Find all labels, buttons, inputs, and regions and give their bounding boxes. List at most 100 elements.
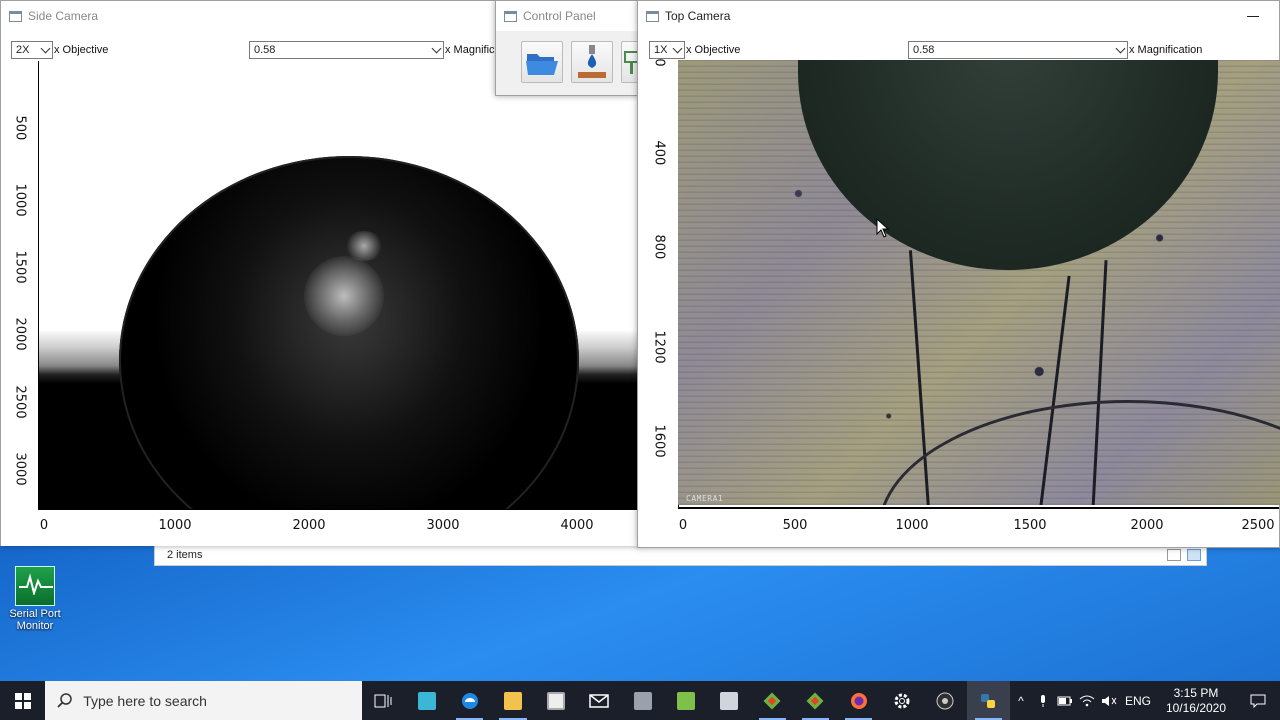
explorer-status-bar: 2 items (154, 545, 1207, 566)
notification-button[interactable] (1236, 694, 1280, 708)
y-tick: 2000 (12, 317, 28, 351)
taskbar-app-edge[interactable] (448, 681, 491, 720)
taskbar-app-settings[interactable] (880, 681, 923, 720)
3d-app-icon (417, 691, 436, 710)
gear-icon (894, 693, 910, 708)
microphone-icon[interactable] (1032, 694, 1054, 708)
chevron-down-icon (431, 43, 442, 54)
chevron-down-icon (1115, 43, 1126, 54)
large-icons-view-button[interactable] (1187, 549, 1201, 561)
explorer-item-count: 2 items (167, 549, 203, 561)
taskbar-app-window[interactable] (707, 681, 750, 720)
x-tick: 2000 (292, 518, 326, 533)
x-tick: 1500 (1013, 518, 1047, 533)
battery-icon[interactable] (1054, 696, 1076, 706)
task-view-button[interactable] (362, 681, 405, 720)
chevron-up-icon[interactable]: ^ (1010, 694, 1032, 708)
top-camera-titlebar[interactable]: Top Camera (638, 1, 1279, 31)
x-tick: 500 (782, 518, 808, 533)
search-placeholder: Type here to search (83, 692, 207, 709)
folder-open-icon (526, 54, 558, 75)
top-camera-image[interactable]: CAMERA1 (678, 60, 1280, 505)
store-icon (547, 691, 566, 710)
chevron-down-icon (672, 43, 683, 54)
x-tick: 2500 (1241, 518, 1275, 533)
taskbar-clock[interactable]: 3:15 PM 10/16/2020 (1156, 686, 1236, 716)
taskbar-app-gray[interactable] (621, 681, 664, 720)
y-tick: 2500 (12, 385, 28, 419)
side-camera-image[interactable] (39, 61, 639, 509)
taskbar: Type here to search ^ ENG 3:15 PM 10/16/… (0, 681, 1280, 720)
objective-select[interactable]: 2X (11, 41, 53, 59)
desktop-icon-serial-port-monitor[interactable]: Serial Port Monitor (6, 566, 64, 632)
taskbar-app-git[interactable] (751, 681, 794, 720)
surface-arc (878, 400, 1280, 505)
x-tick: 0 (39, 518, 49, 533)
control-panel-titlebar[interactable]: Control Panel (496, 1, 639, 31)
x-tick: 1000 (158, 518, 192, 533)
x-tick: 3000 (426, 518, 460, 533)
language-indicator[interactable]: ENG (1120, 694, 1156, 708)
objective-label: x Objective (54, 44, 109, 56)
window-title: Side Camera (28, 9, 99, 23)
obs-icon (936, 692, 954, 709)
git-diamond-icon (806, 692, 824, 709)
notification-icon (1250, 694, 1266, 708)
python-icon (981, 693, 996, 708)
task-view-icon (374, 694, 392, 707)
folder-icon (503, 691, 522, 710)
x-tick: 2000 (1130, 518, 1164, 533)
taskbar-app-file-explorer[interactable] (491, 681, 534, 720)
needle-tip (798, 60, 1218, 270)
wifi-icon[interactable] (1076, 695, 1098, 707)
y-tick: 3000 (12, 452, 28, 486)
control-panel-window: Control Panel (495, 0, 641, 96)
y-tick: 800 (651, 234, 667, 260)
open-folder-button[interactable] (521, 41, 563, 83)
x-tick: 0 (678, 518, 688, 533)
desktop-icon-label: Serial Port Monitor (9, 608, 61, 632)
window-icon (9, 10, 22, 22)
details-view-button[interactable] (1167, 549, 1181, 561)
mouse-cursor-icon (876, 218, 890, 238)
taskbar-app-python[interactable] (966, 681, 1010, 720)
magnification-select[interactable]: 0.58 (249, 41, 444, 59)
minimize-button[interactable] (1247, 15, 1259, 17)
taskbar-app-obs[interactable] (924, 681, 967, 720)
droplet-highlight (344, 231, 384, 261)
search-icon (57, 692, 72, 708)
droplet-dispense-icon (578, 45, 606, 78)
magnification-label: x Magnifica (445, 44, 501, 56)
taskbar-app-firefox[interactable] (837, 681, 880, 720)
taskbar-app-git-2[interactable] (794, 681, 837, 720)
chevron-down-icon (40, 43, 51, 54)
clock-date: 10/16/2020 (1165, 700, 1227, 715)
window-title: Control Panel (523, 9, 596, 23)
taskbar-app-mail[interactable] (578, 681, 621, 720)
edge-icon (461, 692, 478, 709)
x-tick: 1000 (895, 518, 929, 533)
objective-label: x Objective (686, 44, 741, 56)
window-icon (504, 10, 517, 22)
x-tick: 4000 (560, 518, 594, 533)
y-tick: 1200 (651, 330, 667, 364)
y-tick: 500 (12, 115, 28, 141)
notepad-icon (676, 691, 695, 710)
taskbar-search[interactable]: Type here to search (45, 681, 362, 720)
taskbar-app-store[interactable] (535, 681, 578, 720)
firefox-icon (850, 692, 867, 709)
mail-icon (589, 693, 610, 708)
window-title: Top Camera (665, 9, 731, 23)
volume-muted-icon[interactable] (1098, 695, 1120, 707)
window-app-icon (720, 691, 739, 710)
y-tick: 0 (651, 58, 667, 67)
system-tray: ^ ENG 3:15 PM 10/16/2020 (1010, 681, 1280, 720)
y-tick: 1000 (12, 183, 28, 217)
taskbar-app-notepad[interactable] (664, 681, 707, 720)
taskbar-app-3d[interactable] (405, 681, 448, 720)
droplet-reflection (304, 256, 384, 336)
dispense-droplet-button[interactable] (571, 41, 613, 83)
magnification-select[interactable]: 0.58 (908, 41, 1128, 59)
windows-icon (14, 692, 31, 709)
start-button[interactable] (0, 681, 45, 720)
